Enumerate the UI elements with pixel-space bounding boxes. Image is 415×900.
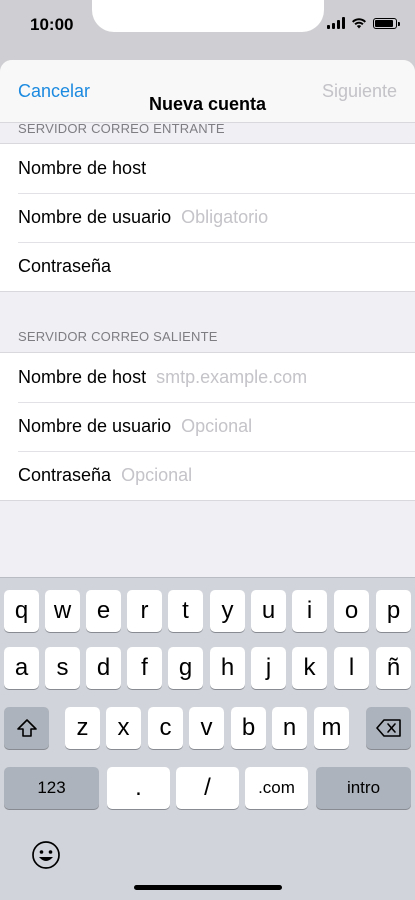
outgoing-server-group: Nombre de host Nombre de usuario Contras…	[0, 352, 415, 501]
key-e[interactable]: e	[86, 590, 121, 632]
key-s[interactable]: s	[45, 647, 80, 689]
key-w[interactable]: w	[45, 590, 80, 632]
outgoing-server-header: SERVIDOR CORREO SALIENTE	[18, 329, 218, 344]
key-x[interactable]: x	[106, 707, 141, 749]
key-n-tilde[interactable]: ñ	[376, 647, 411, 689]
key-a[interactable]: a	[4, 647, 39, 689]
notch	[92, 0, 324, 32]
key-o[interactable]: o	[334, 590, 369, 632]
outgoing-password-input[interactable]	[121, 465, 415, 486]
outgoing-password-label: Contraseña	[18, 465, 112, 485]
key-j[interactable]: j	[251, 647, 286, 689]
backspace-icon	[375, 719, 401, 737]
emoji-icon[interactable]	[31, 840, 61, 870]
incoming-username-label: Nombre de usuario	[18, 207, 172, 227]
return-key[interactable]: intro	[316, 767, 411, 809]
slash-key[interactable]: /	[176, 767, 239, 809]
numbers-key[interactable]: 123	[4, 767, 99, 809]
incoming-password-input[interactable]	[121, 256, 415, 277]
key-m[interactable]: m	[314, 707, 349, 749]
key-g[interactable]: g	[168, 647, 203, 689]
incoming-hostname-row[interactable]: Nombre de host	[0, 144, 415, 193]
outgoing-username-row[interactable]: Nombre de usuario	[0, 402, 415, 451]
key-n[interactable]: n	[272, 707, 307, 749]
shift-key[interactable]	[4, 707, 49, 749]
signal-icon	[327, 17, 345, 29]
key-l[interactable]: l	[334, 647, 369, 689]
outgoing-hostname-label: Nombre de host	[18, 367, 147, 387]
outgoing-username-label: Nombre de usuario	[18, 416, 172, 436]
key-z[interactable]: z	[65, 707, 100, 749]
key-t[interactable]: t	[168, 590, 203, 632]
key-b[interactable]: b	[231, 707, 266, 749]
outgoing-username-input[interactable]	[181, 416, 415, 437]
key-y[interactable]: y	[210, 590, 245, 632]
delete-key[interactable]	[366, 707, 411, 749]
home-indicator	[134, 885, 282, 890]
shift-icon	[16, 719, 37, 737]
wifi-icon	[352, 18, 366, 29]
incoming-username-row[interactable]: Nombre de usuario	[0, 193, 415, 242]
key-p[interactable]: p	[376, 590, 411, 632]
keyboard: q w e r t y u i o p a s d f g h j k l ñ …	[0, 577, 415, 900]
outgoing-password-row[interactable]: Contraseña	[0, 451, 415, 500]
incoming-hostname-label: Nombre de host	[18, 158, 147, 178]
key-v[interactable]: v	[189, 707, 224, 749]
incoming-server-group: Nombre de host Nombre de usuario Contras…	[0, 143, 415, 292]
next-button[interactable]: Siguiente	[322, 81, 397, 102]
status-time: 10:00	[30, 15, 74, 34]
battery-icon	[373, 17, 400, 29]
status-icons	[327, 17, 400, 29]
status-bar: 10:00	[0, 0, 415, 58]
key-u[interactable]: u	[251, 590, 286, 632]
key-h[interactable]: h	[210, 647, 245, 689]
incoming-username-input[interactable]	[181, 207, 415, 228]
dotcom-key[interactable]: .com	[245, 767, 308, 809]
key-d[interactable]: d	[86, 647, 121, 689]
key-f[interactable]: f	[127, 647, 162, 689]
phone-screen: 10:00 Cancelar Nueva cuenta Siguiente SE…	[0, 0, 415, 900]
key-q[interactable]: q	[4, 590, 39, 632]
incoming-password-row[interactable]: Contraseña	[0, 242, 415, 291]
key-i[interactable]: i	[292, 590, 327, 632]
navigation-bar: Cancelar Nueva cuenta Siguiente	[0, 60, 415, 123]
incoming-hostname-input[interactable]	[156, 158, 415, 179]
incoming-password-label: Contraseña	[18, 256, 112, 276]
outgoing-hostname-input[interactable]	[156, 367, 415, 388]
key-k[interactable]: k	[292, 647, 327, 689]
incoming-server-header: SERVIDOR CORREO ENTRANTE	[18, 121, 225, 136]
dot-key[interactable]: .	[107, 767, 170, 809]
outgoing-hostname-row[interactable]: Nombre de host	[0, 353, 415, 402]
key-c[interactable]: c	[148, 707, 183, 749]
key-r[interactable]: r	[127, 590, 162, 632]
